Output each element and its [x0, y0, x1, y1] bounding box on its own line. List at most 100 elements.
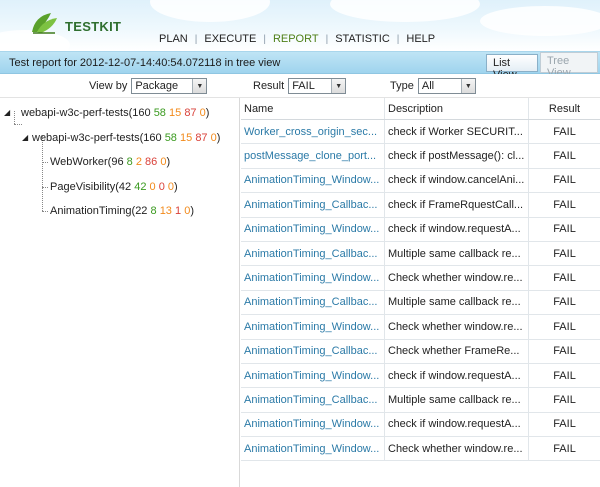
column-header-result[interactable]: Result	[529, 98, 600, 119]
view-by-filter: View by Package ▼	[89, 78, 208, 94]
table-row[interactable]: AnimationTiming_Window... Check whether w…	[241, 266, 600, 291]
nav-statistic[interactable]: STATISTIC	[328, 33, 397, 45]
test-description: check if window.requestA...	[388, 223, 521, 236]
tree-node-pagevisibility[interactable]: PageVisibility(42 42 0 0 0)	[50, 181, 178, 193]
table-row[interactable]: AnimationTiming_Window... check if window…	[241, 168, 600, 194]
result-status: FAIL	[553, 198, 576, 211]
table-row[interactable]: AnimationTiming_Window... Check whether w…	[241, 315, 600, 340]
fail-count: 86	[145, 156, 158, 168]
result-cell: FAIL	[529, 266, 600, 289]
fail-count: 1	[175, 205, 182, 217]
test-name-link[interactable]: AnimationTiming_Window...	[244, 418, 381, 430]
tree-view-button[interactable]: Tree View	[540, 52, 598, 79]
description-cell: Multiple same callback re...	[385, 241, 529, 266]
test-name-link[interactable]: AnimationTiming_Callbac...	[244, 199, 381, 211]
block-count: 2	[135, 156, 142, 168]
name-cell: AnimationTiming_Window...	[241, 412, 385, 437]
page-title: Test report for 2012-12-07-14:40:54.0721…	[9, 57, 281, 69]
tree-connector	[42, 136, 43, 211]
test-description: Multiple same callback re...	[388, 393, 521, 406]
nav-report[interactable]: REPORT	[266, 33, 326, 45]
table-row[interactable]: AnimationTiming_Window... check if window…	[241, 412, 600, 438]
name-cell: AnimationTiming_Callbac...	[241, 388, 385, 412]
result-status: FAIL	[553, 125, 576, 138]
test-name-link[interactable]: AnimationTiming_Window...	[244, 272, 381, 284]
leaf-logo-icon	[29, 10, 61, 36]
pass-count: 8	[126, 156, 133, 168]
dropdown-arrow-icon: ▼	[192, 79, 207, 93]
na-count: 0	[210, 132, 217, 144]
nav-plan[interactable]: PLAN	[152, 33, 195, 45]
test-name-link[interactable]: AnimationTiming_Callbac...	[244, 394, 381, 406]
type-filter: Type All ▼	[390, 78, 476, 94]
collapse-icon[interactable]: ◢	[4, 108, 10, 117]
results-table: Name Description Result Worker_cross_ori…	[241, 98, 600, 462]
test-description: check if FrameRquestCall...	[388, 198, 524, 211]
table-row[interactable]: AnimationTiming_Callbac... Check whether …	[241, 339, 600, 364]
column-header-name[interactable]: Name	[241, 98, 385, 119]
table-row[interactable]: AnimationTiming_Window... Check whether w…	[241, 437, 600, 462]
result-cell: FAIL	[529, 364, 600, 387]
description-cell: Check whether window.re...	[385, 437, 529, 461]
testkit-logo[interactable]: TESTKIT	[29, 10, 121, 36]
test-name-link[interactable]: AnimationTiming_Callbac...	[244, 248, 381, 260]
name-cell: AnimationTiming_Window...	[241, 168, 385, 193]
description-cell: check if postMessage(): cl...	[385, 144, 529, 168]
table-row[interactable]: AnimationTiming_Callbac... Multiple same …	[241, 241, 600, 267]
result-status: FAIL	[553, 223, 576, 236]
test-name-link[interactable]: Worker_cross_origin_sec...	[244, 126, 381, 138]
test-name-link[interactable]: AnimationTiming_Window...	[244, 174, 381, 186]
filter-bar: View by Package ▼ Result FAIL ▼ Type All…	[0, 74, 600, 98]
result-cell: FAIL	[529, 388, 600, 411]
description-cell: check if window.requestA...	[385, 217, 529, 241]
app-header: TESTKIT PLAN | EXECUTE | REPORT | STATIS…	[0, 0, 600, 51]
test-name-link[interactable]: AnimationTiming_Callbac...	[244, 296, 381, 308]
test-name-link[interactable]: AnimationTiming_Window...	[244, 443, 381, 455]
description-cell: check if window.requestA...	[385, 412, 529, 437]
test-name-link[interactable]: AnimationTiming_Window...	[244, 370, 381, 382]
name-cell: postMessage_clone_port...	[241, 144, 385, 168]
nav-execute[interactable]: EXECUTE	[197, 33, 263, 45]
test-name-link[interactable]: AnimationTiming_Window...	[244, 321, 381, 333]
tree-node-animationtiming[interactable]: AnimationTiming(22 8 13 1 0)	[50, 205, 194, 217]
total-count: 96	[111, 156, 124, 168]
description-cell: Check whether FrameRe...	[385, 339, 529, 363]
table-row[interactable]: AnimationTiming_Callbac... Multiple same …	[241, 290, 600, 316]
table-row[interactable]: Worker_cross_origin_sec... check if Worke…	[241, 120, 600, 145]
result-filter: Result FAIL ▼	[253, 78, 347, 94]
block-count: 0	[149, 181, 156, 193]
result-status: FAIL	[553, 393, 576, 406]
table-row[interactable]: AnimationTiming_Window... check if window…	[241, 363, 600, 389]
na-count: 0	[199, 107, 206, 119]
tree-node-label: webapi-w3c-perf-tests(	[32, 132, 144, 144]
test-name-link[interactable]: AnimationTiming_Callbac...	[244, 345, 381, 357]
result-cell: FAIL	[529, 413, 600, 436]
description-cell: check if window.requestA...	[385, 363, 529, 388]
tree-node-webworker[interactable]: WebWorker(96 8 2 86 0)	[50, 156, 170, 168]
view-by-label: View by	[89, 80, 128, 92]
result-status: FAIL	[553, 442, 576, 455]
nav-help[interactable]: HELP	[399, 33, 442, 45]
collapse-icon[interactable]: ◢	[22, 133, 28, 142]
table-row[interactable]: AnimationTiming_Window... check if window…	[241, 217, 600, 242]
table-row[interactable]: postMessage_clone_port... check if postMe…	[241, 144, 600, 169]
table-row[interactable]: AnimationTiming_Callbac... check if Frame…	[241, 193, 600, 218]
tree-node-package[interactable]: webapi-w3c-perf-tests(160 58 15 87 0)	[32, 132, 220, 144]
type-select[interactable]: All ▼	[417, 78, 476, 94]
result-select[interactable]: FAIL ▼	[288, 78, 347, 94]
result-cell: FAIL	[529, 120, 600, 143]
total-count: 42	[118, 181, 132, 193]
view-by-select[interactable]: Package ▼	[131, 78, 208, 94]
tree-node-label: webapi-w3c-perf-tests(	[21, 107, 133, 119]
description-cell: check if Worker SECURIT...	[385, 120, 529, 144]
test-name-link[interactable]: postMessage_clone_port...	[244, 150, 381, 162]
name-cell: Worker_cross_origin_sec...	[241, 120, 385, 144]
list-view-button[interactable]: List View	[486, 54, 538, 81]
column-header-description[interactable]: Description	[385, 98, 529, 119]
test-name-link[interactable]: AnimationTiming_Window...	[244, 223, 381, 235]
test-description: Check whether window.re...	[388, 442, 523, 455]
tree-node-root[interactable]: webapi-w3c-perf-tests(160 58 15 87 0)	[21, 107, 209, 119]
result-status: FAIL	[553, 247, 576, 260]
tree-connector	[42, 211, 48, 212]
table-row[interactable]: AnimationTiming_Callbac... Multiple same …	[241, 388, 600, 413]
